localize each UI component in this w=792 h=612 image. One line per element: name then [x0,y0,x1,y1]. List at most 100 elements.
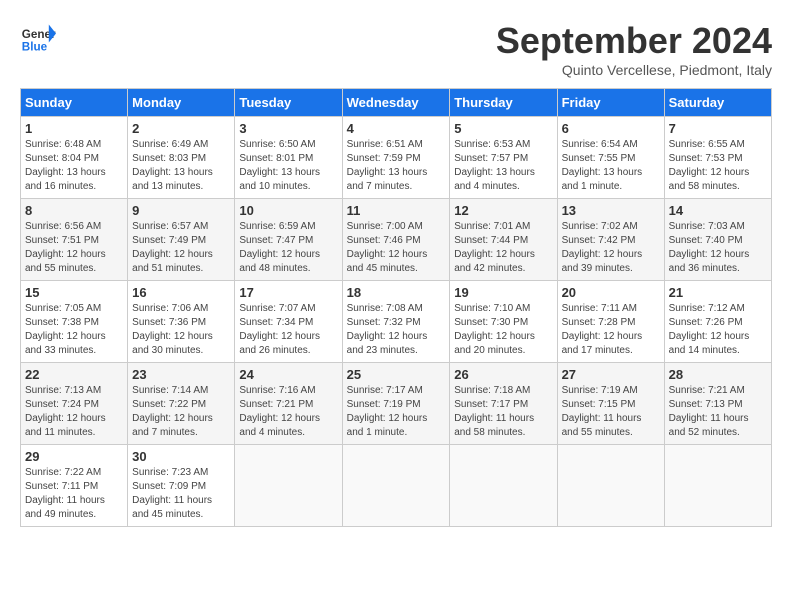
day-number: 8 [25,203,123,218]
calendar-cell: 25 Sunrise: 7:17 AM Sunset: 7:19 PM Dayli… [342,363,450,445]
calendar-cell: 1 Sunrise: 6:48 AM Sunset: 8:04 PM Daylig… [21,117,128,199]
calendar-cell: 14Sunrise: 7:03 AM Sunset: 7:40 PM Dayli… [664,199,771,281]
logo-icon: General Blue [20,20,56,56]
calendar-cell: 15Sunrise: 7:05 AM Sunset: 7:38 PM Dayli… [21,281,128,363]
day-number: 12 [454,203,552,218]
calendar-cell: 8 Sunrise: 6:56 AM Sunset: 7:51 PM Daylig… [21,199,128,281]
day-info: Sunrise: 7:08 AM Sunset: 7:32 PM Dayligh… [347,302,446,358]
calendar-cell: 19 Sunrise: 7:10 AM Sunset: 7:30 PM Dayli… [450,281,557,363]
logo: General Blue [20,20,56,56]
title-area: September 2024 Quinto Vercellese, Piedmo… [496,20,772,78]
day-number: 4 [347,121,446,136]
day-number: 25 [347,367,446,382]
calendar-cell: 22Sunrise: 7:13 AM Sunset: 7:24 PM Dayli… [21,363,128,445]
day-info: Sunrise: 7:21 AM Sunset: 7:13 PM Dayligh… [669,384,767,440]
calendar-cell [664,445,771,527]
weekday-header-tuesday: Tuesday [235,89,342,117]
day-info: Sunrise: 7:02 AM Sunset: 7:42 PM Dayligh… [562,220,660,276]
day-number: 7 [669,121,767,136]
day-number: 20 [562,285,660,300]
weekday-header-sunday: Sunday [21,89,128,117]
calendar-cell: 4 Sunrise: 6:51 AM Sunset: 7:59 PM Daylig… [342,117,450,199]
day-info: Sunrise: 7:12 AM Sunset: 7:26 PM Dayligh… [669,302,767,358]
day-info: Sunrise: 7:00 AM Sunset: 7:46 PM Dayligh… [347,220,446,276]
day-info: Sunrise: 6:51 AM Sunset: 7:59 PM Dayligh… [347,138,446,194]
calendar-cell: 3 Sunrise: 6:50 AM Sunset: 8:01 PM Daylig… [235,117,342,199]
calendar-cell: 9 Sunrise: 6:57 AM Sunset: 7:49 PM Daylig… [128,199,235,281]
svg-text:Blue: Blue [22,41,48,54]
day-number: 2 [132,121,230,136]
day-info: Sunrise: 6:53 AM Sunset: 7:57 PM Dayligh… [454,138,552,194]
calendar-cell [450,445,557,527]
day-number: 17 [239,285,337,300]
day-info: Sunrise: 7:18 AM Sunset: 7:17 PM Dayligh… [454,384,552,440]
day-info: Sunrise: 6:50 AM Sunset: 8:01 PM Dayligh… [239,138,337,194]
day-number: 3 [239,121,337,136]
day-info: Sunrise: 6:49 AM Sunset: 8:03 PM Dayligh… [132,138,230,194]
header: General Blue September 2024 Quinto Verce… [20,20,772,78]
day-info: Sunrise: 7:23 AM Sunset: 7:09 PM Dayligh… [132,466,230,522]
weekday-header-thursday: Thursday [450,89,557,117]
calendar-cell: 18 Sunrise: 7:08 AM Sunset: 7:32 PM Dayli… [342,281,450,363]
day-info: Sunrise: 6:55 AM Sunset: 7:53 PM Dayligh… [669,138,767,194]
calendar-cell [235,445,342,527]
calendar-cell: 26 Sunrise: 7:18 AM Sunset: 7:17 PM Dayli… [450,363,557,445]
day-number: 1 [25,121,123,136]
day-number: 26 [454,367,552,382]
day-info: Sunrise: 7:11 AM Sunset: 7:28 PM Dayligh… [562,302,660,358]
calendar-cell: 16Sunrise: 7:06 AM Sunset: 7:36 PM Dayli… [128,281,235,363]
day-info: Sunrise: 7:10 AM Sunset: 7:30 PM Dayligh… [454,302,552,358]
calendar-cell: 30 Sunrise: 7:23 AM Sunset: 7:09 PM Dayli… [128,445,235,527]
calendar-cell: 2 Sunrise: 6:49 AM Sunset: 8:03 PM Daylig… [128,117,235,199]
day-number: 27 [562,367,660,382]
day-number: 18 [347,285,446,300]
day-number: 23 [132,367,230,382]
day-info: Sunrise: 6:54 AM Sunset: 7:55 PM Dayligh… [562,138,660,194]
day-number: 13 [562,203,660,218]
day-number: 24 [239,367,337,382]
day-number: 29 [25,449,123,464]
calendar-cell: 5 Sunrise: 6:53 AM Sunset: 7:57 PM Daylig… [450,117,557,199]
day-info: Sunrise: 7:17 AM Sunset: 7:19 PM Dayligh… [347,384,446,440]
calendar-cell: 29 Sunrise: 7:22 AM Sunset: 7:11 PM Dayli… [21,445,128,527]
calendar-week-row: 15Sunrise: 7:05 AM Sunset: 7:38 PM Dayli… [21,281,772,363]
calendar-cell [557,445,664,527]
day-number: 10 [239,203,337,218]
calendar-cell: 12 Sunrise: 7:01 AM Sunset: 7:44 PM Dayli… [450,199,557,281]
day-info: Sunrise: 7:01 AM Sunset: 7:44 PM Dayligh… [454,220,552,276]
day-info: Sunrise: 6:57 AM Sunset: 7:49 PM Dayligh… [132,220,230,276]
day-info: Sunrise: 6:48 AM Sunset: 8:04 PM Dayligh… [25,138,123,194]
calendar-cell: 28 Sunrise: 7:21 AM Sunset: 7:13 PM Dayli… [664,363,771,445]
calendar-table: SundayMondayTuesdayWednesdayThursdayFrid… [20,88,772,527]
day-number: 19 [454,285,552,300]
day-number: 11 [347,203,446,218]
day-number: 30 [132,449,230,464]
day-info: Sunrise: 7:05 AM Sunset: 7:38 PM Dayligh… [25,302,123,358]
day-number: 21 [669,285,767,300]
day-number: 14 [669,203,767,218]
calendar-cell: 21 Sunrise: 7:12 AM Sunset: 7:26 PM Dayli… [664,281,771,363]
weekday-header-friday: Friday [557,89,664,117]
day-number: 5 [454,121,552,136]
day-number: 22 [25,367,123,382]
day-number: 6 [562,121,660,136]
day-info: Sunrise: 7:14 AM Sunset: 7:22 PM Dayligh… [132,384,230,440]
month-title: September 2024 [496,20,772,62]
calendar-cell: 24 Sunrise: 7:16 AM Sunset: 7:21 PM Dayli… [235,363,342,445]
weekday-header-wednesday: Wednesday [342,89,450,117]
day-number: 28 [669,367,767,382]
calendar-cell: 27 Sunrise: 7:19 AM Sunset: 7:15 PM Dayli… [557,363,664,445]
weekday-header-saturday: Saturday [664,89,771,117]
day-number: 9 [132,203,230,218]
day-info: Sunrise: 7:07 AM Sunset: 7:34 PM Dayligh… [239,302,337,358]
day-info: Sunrise: 6:56 AM Sunset: 7:51 PM Dayligh… [25,220,123,276]
day-info: Sunrise: 7:22 AM Sunset: 7:11 PM Dayligh… [25,466,123,522]
calendar-cell: 11 Sunrise: 7:00 AM Sunset: 7:46 PM Dayli… [342,199,450,281]
calendar-week-row: 1 Sunrise: 6:48 AM Sunset: 8:04 PM Daylig… [21,117,772,199]
day-info: Sunrise: 7:19 AM Sunset: 7:15 PM Dayligh… [562,384,660,440]
calendar-cell [342,445,450,527]
calendar-cell: 17 Sunrise: 7:07 AM Sunset: 7:34 PM Dayli… [235,281,342,363]
day-info: Sunrise: 7:16 AM Sunset: 7:21 PM Dayligh… [239,384,337,440]
calendar-cell: 7 Sunrise: 6:55 AM Sunset: 7:53 PM Daylig… [664,117,771,199]
calendar-cell: 6 Sunrise: 6:54 AM Sunset: 7:55 PM Daylig… [557,117,664,199]
